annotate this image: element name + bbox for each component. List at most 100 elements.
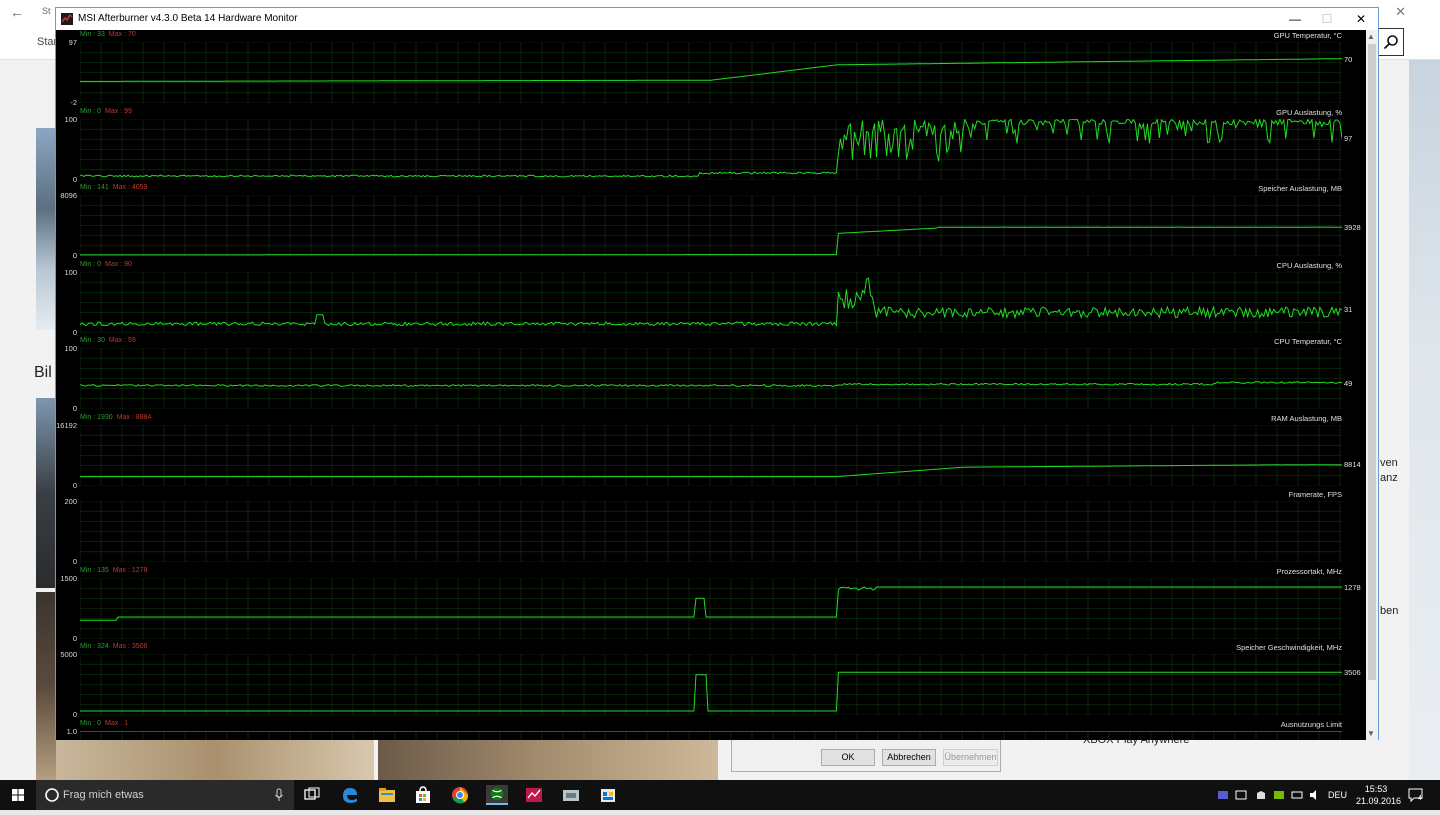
panel-y-max: 8096 — [60, 191, 77, 200]
panel-minmax: Min : 0 Max : 1 — [80, 720, 128, 727]
panel-graph — [80, 654, 1342, 715]
scroll-up-arrow-icon[interactable]: ▲ — [1367, 32, 1375, 41]
panel-min-label: Min : 1930 — [80, 413, 113, 421]
panel-minmax: Min : 141 Max : 4059 — [80, 184, 147, 191]
panel-current-value: 70 — [1344, 54, 1353, 64]
input-language-indicator[interactable]: DEU — [1328, 790, 1347, 800]
panel-title: Speicher Geschwindigkeit, MHz — [1236, 643, 1342, 652]
monitor-panel[interactable]: Framerate, FPS 200 0 — [56, 489, 1366, 566]
scroll-down-arrow-icon[interactable]: ▼ — [1367, 729, 1375, 738]
panel-y-max: 100 — [64, 267, 77, 277]
panel-current-value: 49 — [1344, 378, 1353, 388]
panel-graph — [80, 577, 1342, 639]
monitor-graph-area[interactable]: Min : 33 Max : 70 GPU Temperatur, °C 97 -2 70… — [56, 30, 1366, 740]
search-icon — [1383, 35, 1398, 50]
panel-graph — [80, 424, 1342, 486]
panel-minmax: Min : 0 Max : 99 — [80, 108, 132, 115]
background-image — [56, 739, 374, 780]
panel-max-label: Max : 70 — [108, 31, 136, 38]
panel-current-value: 1278 — [1344, 582, 1361, 592]
monitor-panel[interactable]: Min : 33 Max : 70 GPU Temperatur, °C 97 -2 70 — [56, 30, 1366, 107]
taskbar: Frag mich etwas DEU 15:53 21.09.2016 4 — [0, 780, 1440, 810]
panel-min-label: Min : 0 — [80, 260, 102, 268]
cortana-circle-icon — [45, 788, 59, 802]
background-tab-text: St — [42, 6, 51, 16]
taskbar-clock[interactable]: 15:53 21.09.2016 — [1356, 783, 1402, 807]
panel-y-max: 1.0 — [66, 726, 77, 736]
panel-minmax — [80, 490, 84, 497]
xbox-app-icon[interactable] — [486, 785, 508, 805]
monitor-panel[interactable]: Min : 324 Max : 3506 Speicher Geschwindigk… — [56, 642, 1366, 719]
chrome-icon[interactable] — [449, 785, 471, 805]
store-icon[interactable] — [412, 785, 434, 805]
minimize-button[interactable]: — — [1280, 11, 1310, 28]
panel-current-value: 8814 — [1344, 460, 1361, 470]
panel-current-value: 3506 — [1344, 668, 1361, 678]
panel-graph — [80, 118, 1342, 180]
store-bag-icon[interactable] — [597, 785, 619, 805]
panel-title: GPU Temperatur, °C — [1273, 31, 1342, 40]
panel-graph — [80, 501, 1342, 562]
background-search-button[interactable] — [1377, 28, 1404, 56]
background-image — [36, 592, 56, 780]
background-image — [378, 739, 718, 780]
start-button[interactable] — [0, 780, 36, 810]
panel-title: Prozessortakt, MHz — [1276, 566, 1342, 576]
panel-minmax: Min : 1930 Max : 8884 — [80, 414, 151, 421]
title-bar[interactable]: MSI Afterburner v4.3.0 Beta 14 Hardware … — [56, 8, 1378, 30]
panel-minmax: Min : 324 Max : 3506 — [80, 643, 147, 650]
panel-title: CPU Auslastung, % — [1276, 260, 1342, 270]
background-text-line: ben — [1380, 605, 1399, 617]
hardware-monitor-window: MSI Afterburner v4.3.0 Beta 14 Hardware … — [55, 7, 1379, 740]
file-explorer-icon[interactable] — [376, 785, 398, 805]
system-tray-icons[interactable] — [1216, 789, 1324, 801]
panel-y-max: 16192 — [56, 420, 77, 430]
action-center-icon[interactable] — [1408, 788, 1426, 803]
microphone-icon[interactable] — [273, 780, 285, 810]
monitor-panel[interactable]: Min : 141 Max : 4059 Speicher Auslastung, … — [56, 183, 1366, 260]
back-arrow-icon[interactable]: ← — [10, 4, 24, 20]
panel-graph — [80, 271, 1342, 333]
cancel-button[interactable]: Abbrechen — [882, 749, 936, 766]
settings-app-icon[interactable] — [560, 785, 582, 805]
monitor-panel[interactable]: Min : 135 Max : 1278 Prozessortakt, MHz 150… — [56, 566, 1366, 643]
monitor-panel[interactable]: Min : 0 Max : 1 Ausnutzungs Limit 1.0 — [56, 719, 1366, 740]
monitor-panel[interactable]: Min : 0 Max : 99 GPU Auslastung, % 100 0 97 — [56, 107, 1366, 184]
clock-time: 15:53 — [1364, 784, 1388, 794]
panel-max-label: Max : 8884 — [116, 413, 152, 421]
panel-max-label: Max : 3506 — [112, 643, 148, 650]
background-text-line: ven — [1380, 457, 1398, 469]
background-image — [36, 398, 56, 588]
panel-min-label: Min : 0 — [80, 107, 102, 115]
panel-title: RAM Auslastung, MB — [1271, 413, 1342, 423]
panel-title: Ausnutzungs Limit — [1280, 719, 1342, 729]
panel-minmax: Min : 30 Max : 59 — [80, 337, 136, 344]
apply-button[interactable]: Übernehmen — [943, 749, 998, 766]
taskbar-search-box[interactable]: Frag mich etwas — [36, 780, 294, 810]
panel-minmax: Min : 135 Max : 1278 — [80, 567, 147, 574]
panel-min-label: Min : 33 — [80, 31, 105, 38]
panel-current-value: 3928 — [1344, 223, 1361, 233]
monitor-panel[interactable]: Min : 0 Max : 90 CPU Auslastung, % 100 0 31 — [56, 260, 1366, 337]
clock-date: 21.09.2016 — [1356, 796, 1402, 806]
afterburner-taskbar-icon[interactable] — [523, 785, 545, 805]
panel-title: Framerate, FPS — [1288, 490, 1342, 499]
edge-browser-icon[interactable] — [339, 785, 361, 805]
panel-title: GPU Auslastung, % — [1276, 107, 1342, 117]
panel-y-max: 200 — [64, 497, 77, 506]
task-view-icon[interactable] — [301, 785, 323, 805]
ok-button[interactable]: OK — [821, 749, 875, 766]
panel-y-max: 100 — [64, 114, 77, 124]
close-button[interactable]: ✕ — [1346, 11, 1376, 28]
maximize-button[interactable]: ☐ — [1312, 11, 1342, 28]
scrollbar-thumb[interactable] — [1368, 44, 1376, 680]
panel-min-label: Min : 30 — [80, 337, 105, 344]
panel-max-label: Max : 99 — [105, 107, 132, 115]
panel-max-label: Max : 4059 — [112, 184, 148, 191]
monitor-panel[interactable]: Min : 1930 Max : 8884 RAM Auslastung, MB 16… — [56, 413, 1366, 490]
monitor-panel[interactable]: Min : 30 Max : 59 CPU Temperatur, °C 100 0 49 — [56, 336, 1366, 413]
panel-current-value: 31 — [1344, 305, 1353, 315]
windows-logo-icon — [12, 789, 24, 801]
panel-current-value: 97 — [1344, 133, 1353, 143]
vertical-scrollbar[interactable]: ▲ ▼ — [1366, 30, 1378, 740]
